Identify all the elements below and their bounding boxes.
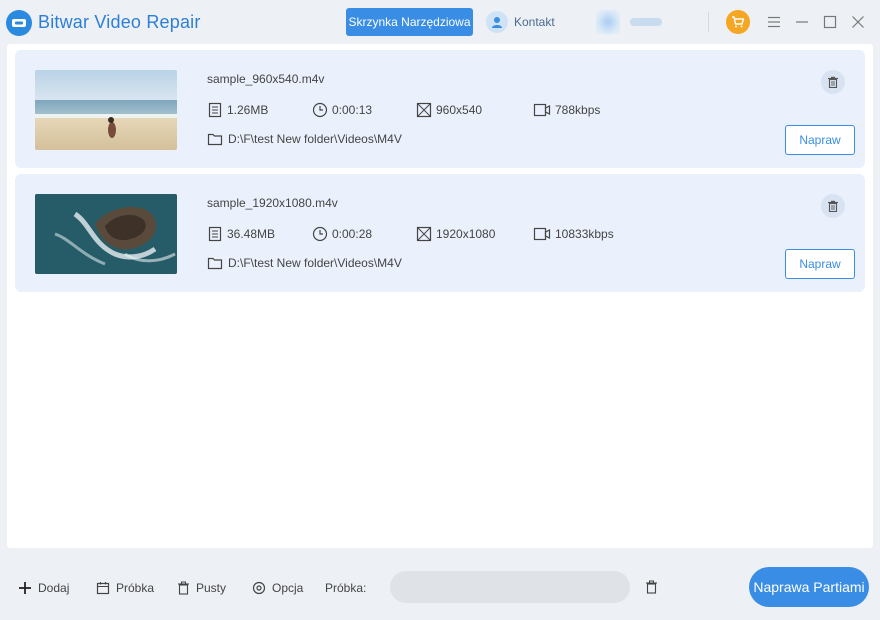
resolution-icon — [416, 226, 432, 242]
shopping-cart-button[interactable] — [726, 10, 750, 34]
clear-trash-icon — [178, 581, 189, 595]
file-name: sample_960x540.m4v — [207, 72, 325, 86]
sample-path-field[interactable] — [390, 571, 630, 603]
file-path-value: D:\F\test New folder\Videos\M4V — [228, 132, 402, 146]
file-bitrate: 788kbps — [533, 102, 600, 118]
clock-icon — [312, 226, 328, 242]
trash-icon — [828, 76, 838, 88]
video-camera-icon — [533, 227, 551, 241]
clear-label: Pusty — [196, 581, 227, 595]
file-size-value: 36.48MB — [227, 227, 276, 241]
option-button[interactable]: Opcja — [252, 578, 303, 598]
user-name-blurred — [630, 18, 662, 26]
file-size: 1.26MB — [207, 102, 268, 118]
file-resolution-value: 960x540 — [436, 103, 483, 117]
delete-file-button[interactable] — [821, 70, 845, 94]
sample-label: Próbka — [116, 581, 155, 595]
file-path: D:\F\test New folder\Videos\M4V — [207, 132, 402, 146]
repair-button[interactable]: Napraw — [785, 249, 855, 279]
file-bitrate-value: 788kbps — [555, 103, 601, 117]
add-label: Dodaj — [38, 581, 70, 595]
sample-button[interactable]: Próbka — [96, 578, 154, 598]
file-bitrate: 10833kbps — [533, 226, 614, 242]
option-label: Opcja — [272, 581, 304, 595]
sample-field-label: Próbka: — [325, 578, 366, 598]
file-duration: 0:00:28 — [312, 226, 372, 242]
file-duration-value: 0:00:13 — [332, 103, 373, 117]
file-path-value: D:\F\test New folder\Videos\M4V — [228, 256, 402, 270]
file-card: sample_960x540.m4v 1.26MB 0:00:13 960x54… — [15, 50, 865, 168]
delete-file-button[interactable] — [821, 194, 845, 218]
video-thumbnail-ocean — [35, 194, 177, 274]
user-avatar-icon — [596, 10, 620, 34]
plus-icon — [19, 582, 31, 594]
menu-icon — [768, 16, 780, 28]
file-card: sample_1920x1080.m4v 36.48MB 0:00:28 192… — [15, 174, 865, 292]
folder-icon — [207, 133, 223, 146]
header-divider — [708, 12, 709, 32]
close-icon — [852, 16, 864, 28]
trash-icon — [828, 200, 838, 212]
file-duration-value: 0:00:28 — [332, 227, 373, 241]
clear-button[interactable]: Pusty — [177, 578, 226, 598]
clock-icon — [312, 102, 328, 118]
maximize-button[interactable] — [820, 12, 840, 32]
trash-icon — [645, 580, 657, 594]
document-icon — [208, 226, 222, 242]
file-bitrate-value: 10833kbps — [555, 227, 614, 241]
minimize-icon — [796, 21, 808, 23]
file-name: sample_1920x1080.m4v — [207, 196, 338, 210]
file-resolution-value: 1920x1080 — [436, 227, 496, 241]
file-size: 36.48MB — [207, 226, 275, 242]
sample-field-label-text: Próbka: — [325, 581, 367, 595]
gear-icon — [252, 581, 266, 595]
document-icon — [208, 102, 222, 118]
file-resolution: 960x540 — [416, 102, 482, 118]
add-button[interactable]: Dodaj — [18, 578, 69, 598]
resolution-icon — [416, 102, 432, 118]
batch-repair-button[interactable]: Naprawa Partiami — [749, 567, 869, 607]
sample-calendar-icon — [96, 582, 110, 595]
video-thumbnail-beach — [35, 70, 177, 150]
file-resolution: 1920x1080 — [416, 226, 495, 242]
title-bar: Bitwar Video Repair Skrzynka Narzędziowa… — [0, 0, 880, 44]
file-duration: 0:00:13 — [312, 102, 372, 118]
file-size-value: 1.26MB — [227, 103, 269, 117]
video-camera-icon — [533, 103, 551, 117]
folder-icon — [207, 257, 223, 270]
maximize-icon — [823, 15, 837, 29]
file-list-panel: sample_960x540.m4v 1.26MB 0:00:13 960x54… — [7, 44, 873, 548]
file-path: D:\F\test New folder\Videos\M4V — [207, 256, 402, 270]
toolbox-button[interactable]: Skrzynka Narzędziowa — [346, 8, 473, 36]
app-title: Bitwar Video Repair — [38, 12, 201, 32]
user-account[interactable] — [596, 10, 662, 34]
repair-button[interactable]: Napraw — [785, 125, 855, 155]
menu-button[interactable] — [764, 12, 784, 32]
close-button[interactable] — [848, 12, 868, 32]
contact-button[interactable]: Kontakt — [486, 10, 555, 34]
minimize-button[interactable] — [792, 12, 812, 32]
app-logo-icon — [6, 10, 32, 36]
shopping-cart-icon — [732, 16, 745, 28]
contact-icon — [486, 11, 508, 33]
sample-delete-button[interactable] — [642, 577, 660, 597]
contact-label: Kontakt — [514, 15, 555, 29]
